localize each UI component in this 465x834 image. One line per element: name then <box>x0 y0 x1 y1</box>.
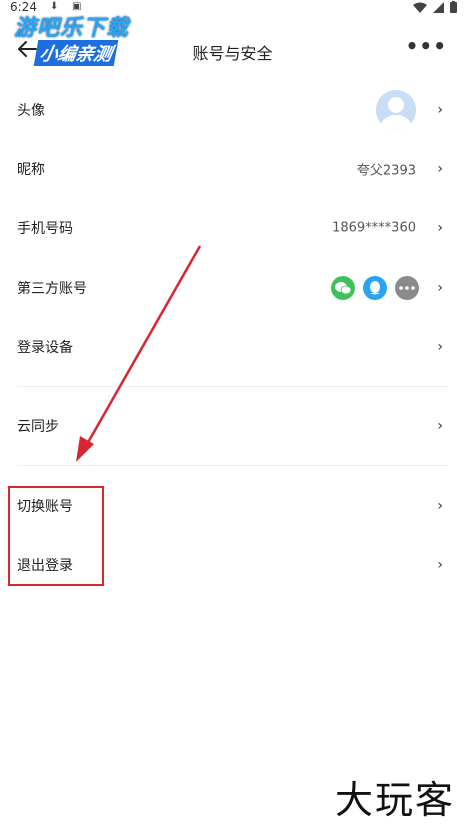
battery-icon <box>450 1 457 13</box>
row-label: 第三方账号 <box>17 281 87 297</box>
row-label: 手机号码 <box>17 221 73 237</box>
watermark-bottom: 大玩客 <box>334 778 455 822</box>
chevron-right-icon: › <box>437 418 443 434</box>
row-label: 云同步 <box>17 419 59 435</box>
row-cloud-sync[interactable]: 云同步 › <box>0 398 465 454</box>
chevron-right-icon: › <box>437 161 443 177</box>
chevron-right-icon: › <box>437 102 443 118</box>
divider <box>17 386 448 387</box>
more-dots-icon: ••• <box>405 34 447 58</box>
wifi-icon <box>413 2 427 13</box>
signal-icon <box>433 1 444 13</box>
phone-value: 1869****360 <box>332 220 416 236</box>
avatar <box>376 90 416 130</box>
wechat-icon[interactable] <box>331 276 355 300</box>
row-avatar[interactable]: 头像 › <box>0 82 465 138</box>
default-avatar-icon <box>376 90 416 130</box>
row-label: 昵称 <box>17 162 45 178</box>
chevron-right-icon: › <box>437 220 443 236</box>
row-devices[interactable]: 登录设备 › <box>0 319 465 375</box>
chevron-right-icon: › <box>437 280 443 296</box>
chevron-right-icon: › <box>437 339 443 355</box>
highlight-box <box>8 486 104 586</box>
status-icons <box>413 1 457 13</box>
nickname-value: 夸父2393 <box>356 163 416 179</box>
row-label: 登录设备 <box>17 340 73 356</box>
row-label: 头像 <box>17 103 45 119</box>
more-button[interactable]: ••• <box>406 34 447 58</box>
social-accounts <box>331 276 419 300</box>
watermark-logo: 游吧乐下载 小编亲测 <box>14 10 144 66</box>
watermark-line1: 游吧乐下载 <box>14 16 130 41</box>
row-third-party[interactable]: 第三方账号 › <box>0 260 465 316</box>
watermark-line2: 小编亲测 <box>33 40 119 66</box>
chevron-right-icon: › <box>437 498 443 514</box>
chevron-right-icon: › <box>437 557 443 573</box>
row-nickname[interactable]: 昵称 夸父2393 › <box>0 141 465 197</box>
qq-icon[interactable] <box>363 276 387 300</box>
divider <box>17 465 448 466</box>
row-phone[interactable]: 手机号码 1869****360 › <box>0 200 465 256</box>
more-dots-icon[interactable] <box>395 276 419 300</box>
